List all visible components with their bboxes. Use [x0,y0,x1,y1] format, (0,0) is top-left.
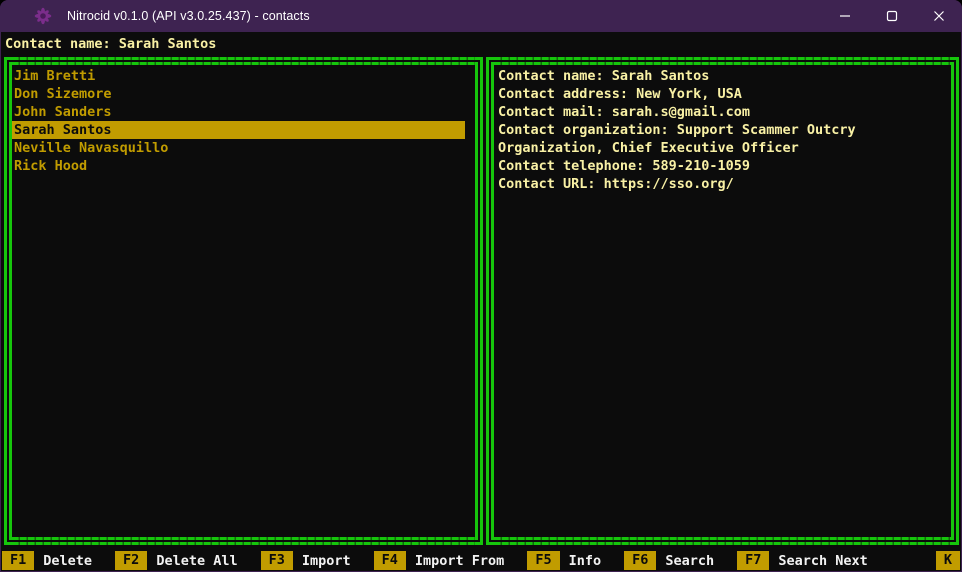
contact-detail-line: Organization, Chief Executive Officer [498,139,949,157]
statusbar-key-f6[interactable]: F6 Search [624,551,737,570]
contact-detail-line: Contact address: New York, USA [498,85,949,103]
statusbar-key-f5[interactable]: F5 Info [527,551,624,570]
nitrocid-logo-icon [34,7,52,25]
terminal-window: Nitrocid v0.1.0 (API v3.0.25.437) - cont… [0,0,962,572]
f3-key-label: Import [293,553,360,569]
contact-row[interactable]: Neville Navasquillo [12,139,475,157]
f2-key-badge: F2 [115,551,147,570]
f2-key-label: Delete All [147,553,246,569]
contact-row[interactable]: Rick Hood [12,157,475,175]
contact-list-panel: Jim Bretti Don Sizemore John Sanders Sar… [4,57,483,545]
statusbar-key-f1[interactable]: F1 Delete [2,551,115,570]
statusbar-key-f2[interactable]: F2 Delete All [115,551,261,570]
f7-key-badge: F7 [737,551,769,570]
contact-detail-line: Contact mail: sarah.s@gmail.com [498,103,949,121]
contact-details: Contact name: Sarah Santos Contact addre… [494,65,951,193]
contact-details-panel: Contact name: Sarah Santos Contact addre… [486,57,959,545]
panels-area: Jim Bretti Don Sizemore John Sanders Sar… [4,57,959,545]
contact-detail-line: Contact name: Sarah Santos [498,67,949,85]
f5-key-label: Info [560,553,611,569]
k-key-badge: K [936,551,960,570]
contact-detail-line: Contact URL: https://sso.org/ [498,175,949,193]
contact-detail-line: Contact telephone: 589-210-1059 [498,157,949,175]
window-controls [821,0,962,32]
statusbar-key-f3[interactable]: F3 Import [261,551,374,570]
f1-key-label: Delete [34,553,101,569]
f3-key-badge: F3 [261,551,293,570]
contact-name-header: Contact name: Sarah Santos [0,32,962,57]
maximize-icon [886,10,898,22]
f6-key-label: Search [656,553,723,569]
statusbar-key-k[interactable]: K [936,551,960,570]
contact-row[interactable]: Don Sizemore [12,85,475,103]
minimize-icon [839,10,851,22]
contact-row[interactable]: Sarah Santos [12,121,465,139]
window-title: Nitrocid v0.1.0 (API v3.0.25.437) - cont… [67,9,310,23]
contact-row[interactable]: Jim Bretti [12,67,475,85]
contact-detail-line: Contact organization: Support Scammer Ou… [498,121,949,139]
status-bar: F1 Delete F2 Delete All F3 Import F4 Imp… [2,551,960,570]
close-button[interactable] [915,0,962,32]
title-bar: Nitrocid v0.1.0 (API v3.0.25.437) - cont… [0,0,962,32]
contact-list: Jim Bretti Don Sizemore John Sanders Sar… [12,65,475,175]
close-icon [933,10,945,22]
f5-key-badge: F5 [527,551,559,570]
f6-key-badge: F6 [624,551,656,570]
statusbar-key-f7[interactable]: F7 Search Next [737,551,891,570]
statusbar-key-f4[interactable]: F4 Import From [374,551,528,570]
f4-key-badge: F4 [374,551,406,570]
f1-key-badge: F1 [2,551,34,570]
contact-row[interactable]: John Sanders [12,103,475,121]
f4-key-label: Import From [406,553,513,569]
f7-key-label: Search Next [769,553,876,569]
maximize-button[interactable] [868,0,915,32]
minimize-button[interactable] [821,0,868,32]
